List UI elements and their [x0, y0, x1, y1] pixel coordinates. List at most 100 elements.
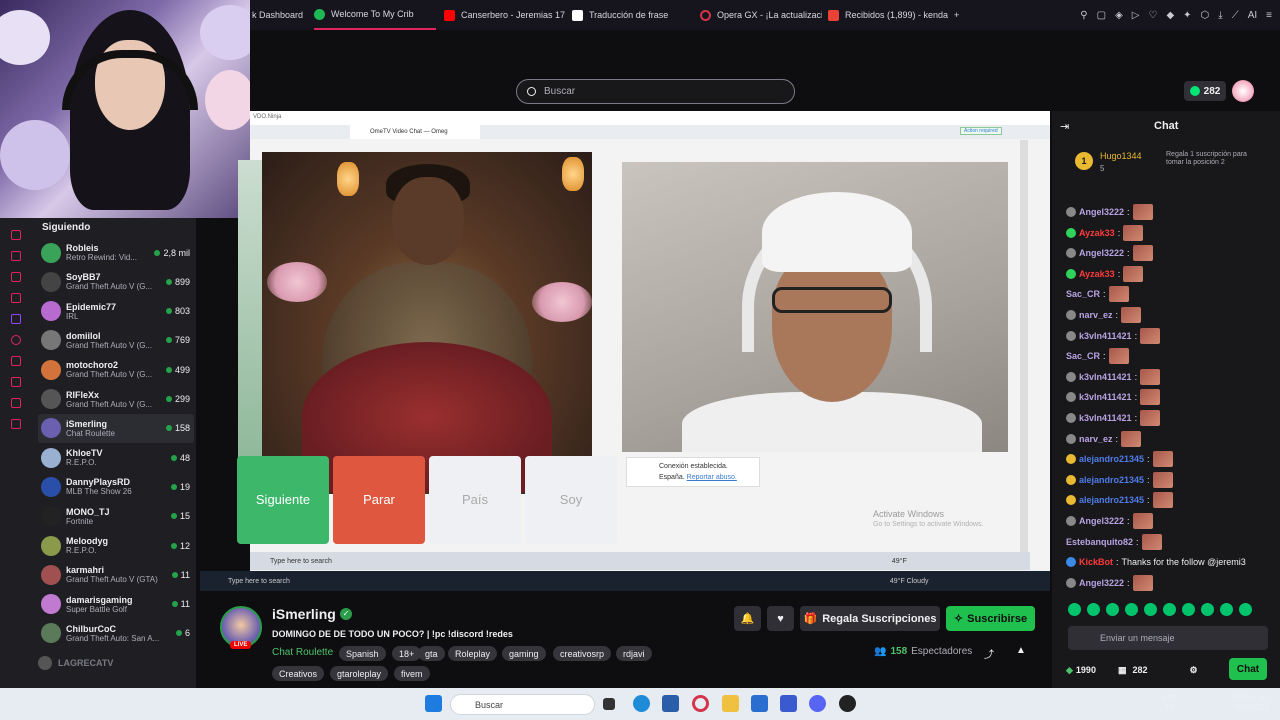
- clock-icon[interactable]: [11, 377, 21, 387]
- tag-pill[interactable]: gtaroleplay: [330, 666, 389, 681]
- user-avatar[interactable]: [1232, 80, 1254, 102]
- sidebar-channel[interactable]: SoyBB7 Grand Theft Auto V (G... 899: [38, 267, 194, 296]
- sidebar-channel[interactable]: motochoro2 Grand Theft Auto V (G... 499: [38, 355, 194, 384]
- tab-gmail[interactable]: Recibidos (1,899) - kenda: [828, 0, 950, 30]
- emote-icon[interactable]: [1182, 603, 1195, 616]
- tab-traduccion[interactable]: Traducción de frase: [572, 0, 694, 30]
- search-bar[interactable]: Buscar: [516, 79, 795, 104]
- tag-pill[interactable]: Roleplay: [448, 646, 498, 661]
- m-icon[interactable]: [11, 293, 21, 303]
- chat-send-button[interactable]: Chat: [1229, 658, 1267, 680]
- cube-icon[interactable]: ⬡: [1201, 10, 1210, 21]
- tag-pill[interactable]: Spanish: [339, 646, 386, 661]
- play-icon[interactable]: ▷: [1132, 10, 1140, 21]
- obs-icon[interactable]: [839, 695, 856, 712]
- chat-username[interactable]: Sac_CR: [1066, 289, 1100, 299]
- edge-icon[interactable]: [633, 695, 650, 712]
- emote-icon[interactable]: [1220, 603, 1233, 616]
- download-icon[interactable]: ⤓: [1218, 10, 1222, 21]
- sidebar-channel[interactable]: Epidemic77 IRL 803: [38, 297, 194, 326]
- category-link[interactable]: Chat Roulette: [272, 647, 333, 658]
- emote-icon[interactable]: [1201, 603, 1214, 616]
- sidebar-channel[interactable]: MONO_TJ Fortnite 15: [38, 502, 194, 531]
- discord-icon[interactable]: [809, 695, 826, 712]
- chat-username[interactable]: Sac_CR: [1066, 351, 1100, 361]
- chat-username[interactable]: k3vln411421: [1079, 413, 1132, 423]
- collapse-chat-icon[interactable]: ⇥: [1060, 120, 1069, 133]
- system-clock[interactable]: 11:53 p. m. 29/3/2026: [1229, 693, 1269, 713]
- tag-pill[interactable]: creativosrp: [553, 646, 612, 661]
- app-icon[interactable]: [780, 695, 797, 712]
- emote-icon[interactable]: [1239, 603, 1252, 616]
- gift-leaderboard-cta[interactable]: Regala 1 suscripción para tomar la posic…: [1166, 151, 1266, 167]
- sidebar-channel[interactable]: iSmerling Chat Roulette 158: [38, 413, 194, 443]
- tab-dashboard[interactable]: k Dashboard: [252, 0, 308, 30]
- streamer-name[interactable]: iSmerling: [272, 606, 336, 622]
- tag-pill[interactable]: gta: [418, 646, 445, 661]
- chat-username[interactable]: Ayzak33: [1079, 228, 1115, 238]
- chat-username[interactable]: Angel3222: [1079, 207, 1124, 217]
- tab-canserbero[interactable]: Canserbero - Jeremias 17: [444, 0, 566, 30]
- sidebar-channel[interactable]: DannyPlaysRD MLB The Show 26 19: [38, 472, 194, 501]
- vpn-icon[interactable]: ◆: [1166, 10, 1174, 21]
- tab-welcome[interactable]: Welcome To My Crib: [314, 0, 436, 30]
- taskbar-search[interactable]: Buscar: [450, 694, 595, 715]
- folder-icon[interactable]: [722, 695, 739, 712]
- chat-username[interactable]: k3vln411421: [1079, 331, 1132, 341]
- sidebar-channel[interactable]: karmahri Grand Theft Auto V (GTA) 11: [38, 560, 194, 589]
- tag-pill[interactable]: gaming: [502, 646, 546, 661]
- play-circle-icon[interactable]: [11, 335, 21, 345]
- chat-username[interactable]: Estebanquito82: [1066, 537, 1133, 547]
- sidebar-channel[interactable]: Robleis Retro Rewind: Vid... 2,8 mil: [38, 238, 194, 267]
- offline-channel[interactable]: LAGRECATV: [38, 656, 113, 670]
- extensions-icon[interactable]: ✦: [1183, 10, 1191, 21]
- tag-pill[interactable]: fivem: [394, 666, 430, 681]
- chat-input[interactable]: Enviar un mensaje: [1068, 626, 1268, 650]
- chat-username[interactable]: alejandro21345: [1079, 475, 1144, 485]
- notification-bell-button[interactable]: 🔔: [734, 606, 761, 631]
- emote-icon[interactable]: [1106, 603, 1119, 616]
- store-icon[interactable]: [662, 695, 679, 712]
- emote-icon[interactable]: [1163, 603, 1176, 616]
- chat-username[interactable]: Angel3222: [1079, 516, 1124, 526]
- tag-pill[interactable]: Creativos: [272, 666, 325, 681]
- gauge-icon[interactable]: [11, 230, 21, 240]
- wand-icon[interactable]: ⟋: [1232, 10, 1239, 21]
- sidebar-channel[interactable]: domiilol Grand Theft Auto V (G... 769: [38, 326, 194, 355]
- top-gifter-name[interactable]: Hugo1344: [1100, 151, 1142, 161]
- twitch-icon[interactable]: [11, 314, 21, 324]
- emote-icon[interactable]: [1144, 603, 1157, 616]
- sidebar-channel[interactable]: KhloeTV R.E.P.O. 48: [38, 443, 194, 472]
- heart-icon[interactable]: ♡: [1148, 10, 1157, 21]
- bag-icon[interactable]: [11, 251, 21, 261]
- ai-button[interactable]: AI: [1248, 10, 1257, 21]
- chat-username[interactable]: alejandro21345: [1079, 454, 1144, 464]
- sidebar-channel[interactable]: ChilburCoC Grand Theft Auto: San A... 6: [38, 619, 194, 648]
- menu-icon[interactable]: ≡: [1266, 10, 1272, 21]
- box-icon[interactable]: [11, 356, 21, 366]
- subscribe-button[interactable]: ✧ Suscribirse: [946, 606, 1035, 631]
- chat-username[interactable]: k3vln411421: [1079, 372, 1132, 382]
- channel-points-badge[interactable]: 282: [1184, 81, 1226, 101]
- screenshot-icon[interactable]: ▢: [1097, 10, 1106, 21]
- report-icon[interactable]: ▲: [1016, 645, 1026, 656]
- emote-icon[interactable]: [1087, 603, 1100, 616]
- pin-icon[interactable]: ⚲: [1080, 10, 1087, 21]
- settings-icon[interactable]: ⚙: [1190, 665, 1198, 676]
- opera-icon[interactable]: [692, 695, 709, 712]
- chat-username[interactable]: narv_ez: [1079, 310, 1113, 320]
- chat-username[interactable]: k3vln411421: [1079, 392, 1132, 402]
- new-tab-button[interactable]: +: [954, 0, 966, 30]
- windows-start-icon[interactable]: [425, 695, 442, 712]
- dots-icon[interactable]: [11, 398, 21, 408]
- chat-username[interactable]: Angel3222: [1079, 248, 1124, 258]
- sidebar-channel[interactable]: damarisgaming Super Battle Golf 11: [38, 590, 194, 619]
- tag-pill[interactable]: rdjavi: [616, 646, 652, 661]
- settings-icon[interactable]: [11, 419, 21, 429]
- outlook-icon[interactable]: [751, 695, 768, 712]
- chat-username[interactable]: Angel3222: [1079, 578, 1124, 588]
- share-icon[interactable]: ⤴: [984, 646, 994, 661]
- sidebar-channel[interactable]: RIFleXx Grand Theft Auto V (G... 299: [38, 385, 194, 414]
- task-view-icon[interactable]: [603, 698, 615, 710]
- chat-username[interactable]: alejandro21345: [1079, 495, 1144, 505]
